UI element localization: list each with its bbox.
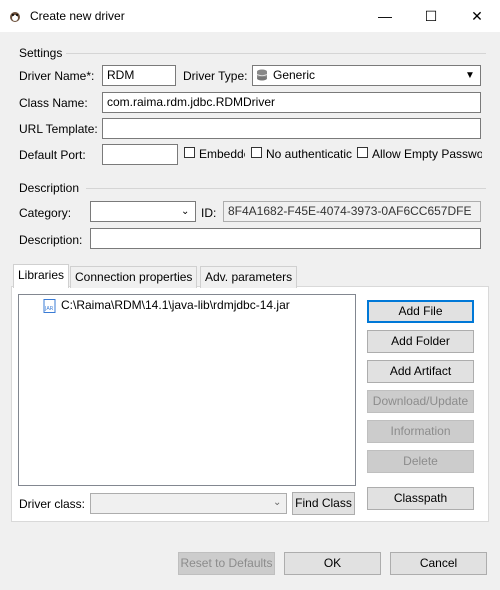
settings-group-label: Settings <box>19 46 63 60</box>
title-bar: Create new driver — ☐ ✕ <box>0 0 500 32</box>
description-group-label: Description <box>19 181 80 195</box>
jar-file-icon: JAR <box>43 299 56 313</box>
delete-button[interactable]: Delete <box>367 450 474 473</box>
chevron-down-icon[interactable]: ⌄ <box>181 206 189 217</box>
allow-empty-password-label: Allow Empty Passwo <box>372 147 482 161</box>
driver-type-value: Generic <box>273 68 316 82</box>
driver-class-label: Driver class: <box>19 497 86 511</box>
ok-button[interactable]: OK <box>284 552 381 575</box>
allow-empty-password-checkbox[interactable] <box>357 147 368 158</box>
description-input[interactable] <box>90 228 481 249</box>
reset-to-defaults-button[interactable]: Reset to Defaults <box>178 552 275 575</box>
database-icon <box>256 69 268 81</box>
embedded-label: Embedde <box>199 147 245 161</box>
maximize-button[interactable]: ☐ <box>408 0 454 32</box>
driver-type-label: Driver Type: <box>183 69 248 83</box>
dbeaver-app-icon <box>10 12 20 22</box>
tab-connection-properties[interactable]: Connection properties <box>70 266 198 288</box>
default-port-input[interactable] <box>102 144 178 165</box>
library-path: C:\Raima\RDM\14.1\java-lib\rdmjdbc-14.ja… <box>61 298 290 312</box>
window-title: Create new driver <box>30 9 125 23</box>
chevron-down-icon[interactable]: ⌄ <box>273 497 281 508</box>
url-template-input[interactable] <box>102 118 481 139</box>
download-update-button[interactable]: Download/Update <box>367 390 474 413</box>
driver-name-label: Driver Name*: <box>19 69 95 83</box>
embedded-checkbox[interactable] <box>184 147 195 158</box>
no-authentication-checkbox[interactable] <box>251 147 262 158</box>
no-authentication-label: No authenticatic <box>266 147 352 161</box>
tab-adv-parameters[interactable]: Adv. parameters <box>200 266 298 288</box>
category-label: Category: <box>19 206 72 220</box>
id-field: 8F4A1682-F45E-4074-3973-0AF6CC657DFE <box>223 201 481 222</box>
tab-libraries[interactable]: Libraries <box>13 264 70 288</box>
add-file-button[interactable]: Add File <box>367 300 474 323</box>
cancel-button[interactable]: Cancel <box>390 552 487 575</box>
description-label: Description: <box>19 233 83 247</box>
find-class-button[interactable]: Find Class <box>292 492 355 515</box>
description-divider <box>86 188 486 189</box>
default-port-label: Default Port: <box>19 148 86 162</box>
close-button[interactable]: ✕ <box>454 0 500 32</box>
driver-class-select[interactable] <box>90 493 287 514</box>
list-item[interactable]: JAR C:\Raima\RDM\14.1\java-lib\rdmjdbc-1… <box>43 298 290 313</box>
svg-text:JAR: JAR <box>44 306 54 312</box>
url-template-label: URL Template: <box>19 122 98 136</box>
information-button[interactable]: Information <box>367 420 474 443</box>
id-label: ID: <box>201 206 217 220</box>
settings-divider <box>66 53 486 54</box>
add-artifact-button[interactable]: Add Artifact <box>367 360 474 383</box>
add-folder-button[interactable]: Add Folder <box>367 330 474 353</box>
class-name-label: Class Name: <box>19 96 88 110</box>
chevron-down-icon[interactable]: ▼ <box>465 70 475 81</box>
driver-type-select[interactable]: Generic <box>252 65 481 86</box>
minimize-button[interactable]: — <box>362 0 408 32</box>
libraries-list[interactable]: JAR C:\Raima\RDM\14.1\java-lib\rdmjdbc-1… <box>18 294 356 486</box>
driver-name-input[interactable]: RDM <box>102 65 176 86</box>
classpath-button[interactable]: Classpath <box>367 487 474 510</box>
class-name-input[interactable]: com.raima.rdm.jdbc.RDMDriver <box>102 92 481 113</box>
